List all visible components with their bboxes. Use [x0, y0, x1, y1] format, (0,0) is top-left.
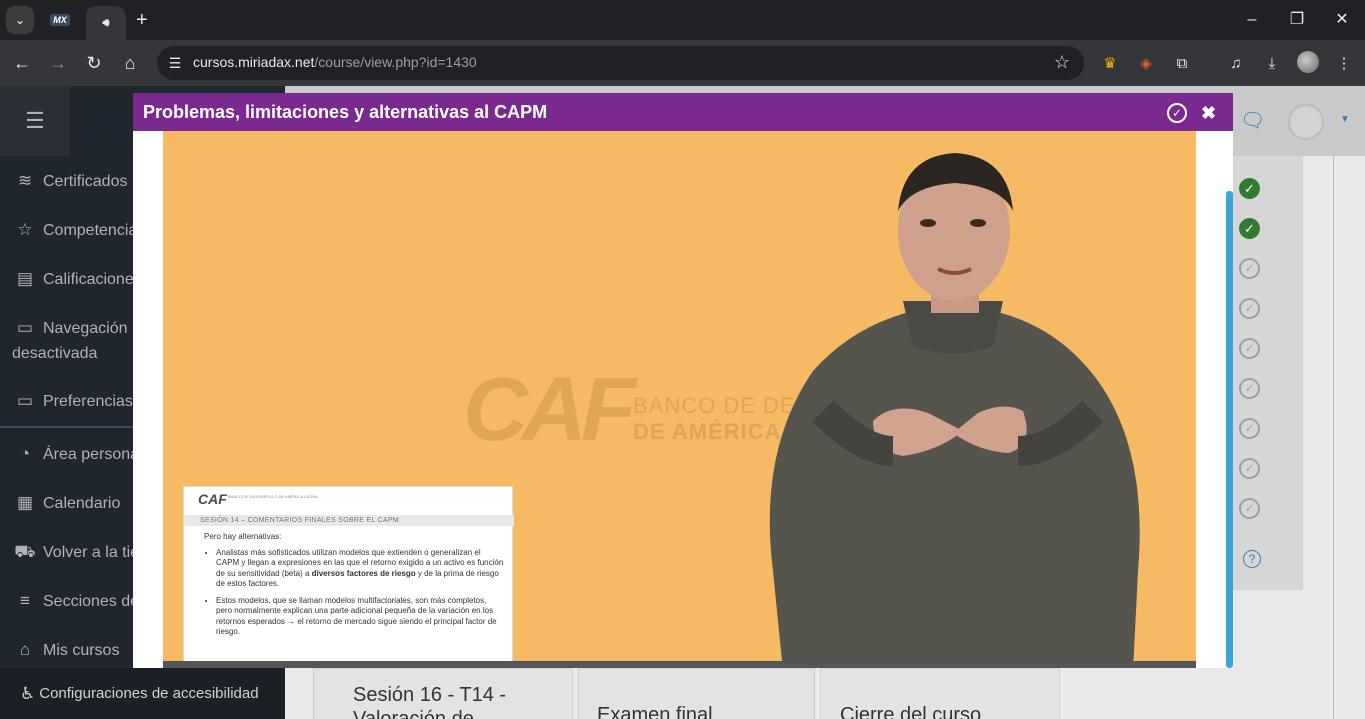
card-title: Sesión 16 - T14 - [353, 684, 507, 706]
cart-icon: ⛟ [14, 542, 36, 561]
extensions-icon[interactable]: ⧉ [1171, 52, 1193, 74]
back-icon[interactable]: ← [9, 50, 35, 76]
cap-extension-icon[interactable]: ◈ [1135, 52, 1157, 74]
completion-check-todo[interactable]: ✓ [1239, 378, 1260, 399]
download-icon[interactable]: ⤓ [1261, 52, 1283, 74]
chat-icon[interactable]: 🗨︎ [1240, 108, 1265, 133]
card-title: Valoración de [353, 708, 474, 719]
user-avatar[interactable] [1288, 104, 1324, 140]
modal-header: Problemas, limitaciones y alternativas a… [133, 93, 1233, 131]
menu-dots-icon[interactable]: ⋮ [1333, 52, 1355, 74]
mark-complete-icon[interactable]: ✓ [1167, 103, 1187, 123]
browser-toolbar: ← → ↻ ⌂ ☰ cursos.miriadax.net/course/vie… [0, 40, 1365, 86]
profile-avatar[interactable] [1297, 51, 1319, 73]
modal-scrollbar[interactable] [1226, 191, 1233, 668]
graduation-icon: ⌂ [19, 640, 31, 659]
chevron-down-icon[interactable]: ▼ [1340, 114, 1350, 125]
url-text[interactable]: cursos.miriadax.net/course/view.php?id=1… [193, 54, 477, 70]
caf-background-logo: CAF [463, 360, 636, 460]
card-title: Examen final [597, 704, 713, 719]
new-tab-button[interactable]: + [136, 8, 148, 32]
grades-icon: ▤ [16, 269, 34, 288]
accessibility-icon: ♿︎ [20, 683, 36, 703]
star-icon: ☆ [17, 220, 33, 239]
calendar-icon: ▦ [16, 493, 34, 512]
completion-check-todo[interactable]: ✓ [1239, 498, 1260, 519]
layers-icon: ≋ [17, 171, 33, 190]
tab-search-button[interactable]: ⌄ [6, 6, 34, 34]
bookmark-star-icon[interactable]: ☆ [1054, 52, 1070, 73]
completion-check-todo[interactable]: ✓ [1239, 298, 1260, 319]
completion-check-todo[interactable]: ✓ [1239, 418, 1260, 439]
restore-button[interactable]: ❐ [1274, 8, 1320, 32]
video-modal: Problemas, limitaciones y alternativas a… [133, 93, 1233, 668]
slide-caf-logo: CAF [198, 491, 227, 507]
site-logo[interactable]: MI [86, 104, 130, 149]
completion-check-todo[interactable]: ✓ [1239, 458, 1260, 479]
tab-active-audio[interactable]: 🔊︎ [86, 6, 126, 40]
video-player[interactable]: CAF BANCO DE DES DE AMÉRICA L CAF BANCO D… [163, 131, 1196, 668]
modal-title: Problemas, limitaciones y alternativas a… [143, 102, 548, 122]
mx-favicon: MX [50, 14, 70, 26]
card-title: Cierre del curso [840, 704, 982, 719]
folder-icon: ▭ [16, 318, 34, 337]
lecture-slide-overlay: CAF BANCO DE DESARROLLO DE AMÉRICA LATIN… [183, 486, 514, 668]
crown-extension-icon[interactable]: ♛ [1099, 52, 1121, 74]
site-info-icon[interactable]: ☰ [165, 53, 185, 73]
tab-strip: ⌄ MX 🔊︎ + – ❐ ✕ [0, 0, 1365, 40]
reload-icon[interactable]: ↻ [81, 50, 107, 76]
forward-icon[interactable]: → [45, 50, 71, 76]
home-icon[interactable]: ⌂ [117, 50, 143, 76]
completion-check-done[interactable]: ✓ [1239, 178, 1260, 199]
content-border [1333, 156, 1334, 719]
completion-check-todo[interactable]: ✓ [1239, 338, 1260, 359]
address-bar[interactable]: ☰ cursos.miriadax.net/course/view.php?id… [157, 46, 1084, 80]
completion-check-todo[interactable]: ✓ [1239, 258, 1260, 279]
video-progress-area[interactable] [163, 661, 1196, 668]
completion-check-done[interactable]: ✓ [1239, 218, 1260, 239]
slide-logo-subtitle: BANCO DE DESARROLLO DE AMÉRICA LATINA [228, 494, 318, 499]
tab-miriadax[interactable]: MX [40, 6, 80, 34]
slide-intro: Pero hay alternativas: [204, 532, 282, 541]
slide-bullet: Analistas más sofisticados utilizan mode… [216, 548, 504, 590]
presenter-figure [769, 153, 1140, 668]
media-control-icon[interactable]: ♫ [1225, 52, 1247, 74]
slide-header: SESIÓN 14 – COMENTARIOS FINALES SOBRE EL… [200, 517, 400, 524]
list-icon: ≡ [20, 591, 30, 610]
folder-icon: ▭ [16, 391, 34, 410]
slide-bullet: Estos modelos, que se llaman modelos mul… [216, 596, 504, 638]
slide-body: Pero hay alternativas: Analistas más sof… [204, 532, 504, 644]
help-icon[interactable]: ? [1243, 550, 1261, 568]
hamburger-icon[interactable]: ☰ [0, 86, 70, 156]
accessibility-settings-button[interactable]: ♿︎ Configuraciones de accesibilidad [0, 668, 285, 719]
minimize-button[interactable]: – [1229, 8, 1275, 32]
close-window-button[interactable]: ✕ [1319, 8, 1365, 32]
speaker-icon: 🔊︎ [102, 16, 110, 29]
dashboard-icon: ◔ [19, 444, 31, 463]
close-icon[interactable]: ✖ [1201, 103, 1216, 124]
